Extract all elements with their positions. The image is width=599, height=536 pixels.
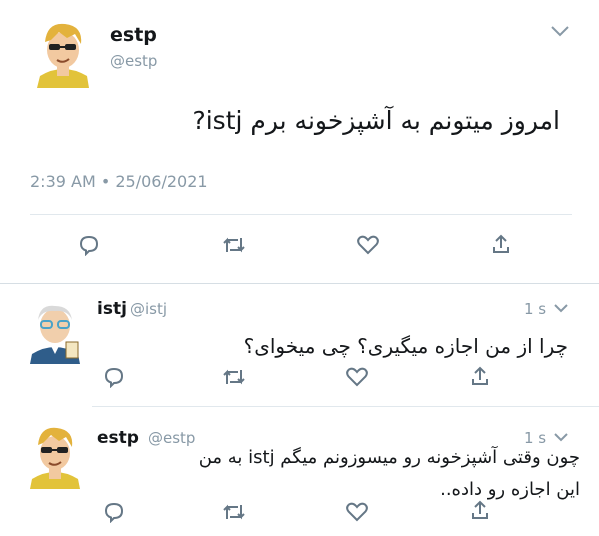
reply-icon[interactable] xyxy=(103,501,125,523)
handle[interactable]: @estp xyxy=(110,52,157,70)
display-name[interactable]: estp xyxy=(97,428,139,448)
reply-icon[interactable] xyxy=(103,366,125,388)
retweet-icon[interactable] xyxy=(222,501,246,523)
share-icon[interactable] xyxy=(490,233,512,255)
reply-text: چرا از من اجازه میگیری؟ چی میخوای؟ xyxy=(243,334,568,358)
reply-text-line1: چون وقتی آشپزخونه رو میسوزونم میگم istj … xyxy=(120,447,580,468)
chevron-down-icon[interactable] xyxy=(553,431,569,443)
tweet-text: امروز میتونم به آشپزخونه برم istj? xyxy=(192,106,560,135)
divider xyxy=(30,214,572,215)
display-name[interactable]: estp xyxy=(110,24,157,46)
time[interactable]: 1 s xyxy=(524,429,546,447)
reply-tweet: istj @istj 1 s چرا از من اجازه میگیری؟ چ… xyxy=(0,284,599,406)
avatar[interactable] xyxy=(28,423,82,489)
avatar[interactable] xyxy=(28,298,82,364)
retweet-icon[interactable] xyxy=(222,366,246,388)
share-icon[interactable] xyxy=(469,499,491,521)
time[interactable]: 1 s xyxy=(524,300,546,318)
like-icon[interactable] xyxy=(345,366,369,388)
chevron-down-icon[interactable] xyxy=(553,302,569,314)
handle[interactable]: @istj xyxy=(130,300,167,318)
main-tweet: estp @estp امروز میتونم به آشپزخونه برم … xyxy=(0,0,599,283)
timestamp[interactable]: 2:39 AM • 25/06/2021 xyxy=(30,172,208,191)
share-icon[interactable] xyxy=(469,365,491,387)
like-icon[interactable] xyxy=(345,501,369,523)
reply-text-line2: این اجازه رو داده.. xyxy=(440,479,580,500)
reply-icon[interactable] xyxy=(78,234,100,256)
reply-tweet: estp @estp 1 s چون وقتی آشپزخونه رو میسو… xyxy=(0,407,599,536)
display-name[interactable]: istj xyxy=(97,299,127,319)
chevron-down-icon[interactable] xyxy=(550,24,570,38)
avatar[interactable] xyxy=(35,18,91,88)
handle[interactable]: @estp xyxy=(148,429,195,447)
like-icon[interactable] xyxy=(356,234,380,256)
retweet-icon[interactable] xyxy=(222,234,246,256)
